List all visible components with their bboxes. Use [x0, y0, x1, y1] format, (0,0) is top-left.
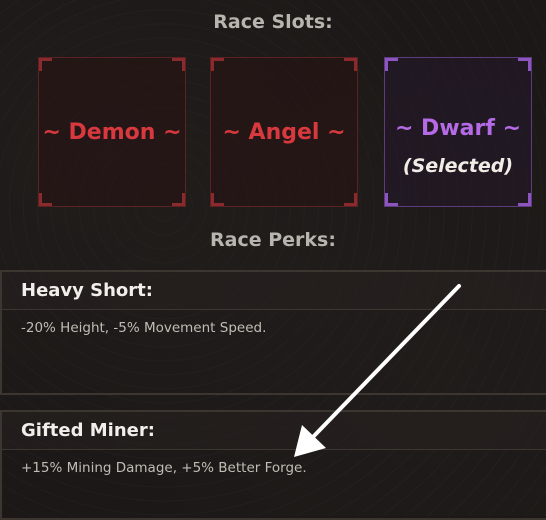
corner-decoration — [344, 58, 357, 71]
perk-title: Heavy Short: — [2, 272, 546, 310]
corner-decoration — [211, 58, 224, 71]
perk-description: -20% Height, -5% Movement Speed. — [21, 320, 267, 336]
race-name-demon: ~ Demon ~ — [42, 119, 182, 145]
race-slot-demon[interactable]: ~ Demon ~ — [38, 57, 186, 207]
corner-decoration — [39, 193, 52, 206]
perk-gifted-miner: Gifted Miner: +15% Mining Damage, +5% Be… — [0, 410, 546, 520]
race-slot-angel[interactable]: ~ Angel ~ — [210, 57, 358, 207]
perk-title: Gifted Miner: — [2, 412, 546, 450]
selected-label: (Selected) — [402, 154, 514, 177]
perk-heavy-short: Heavy Short: -20% Height, -5% Movement S… — [0, 270, 546, 395]
race-slot-dwarf[interactable]: ~ Dwarf ~ (Selected) — [384, 57, 532, 207]
corner-decoration — [39, 58, 52, 71]
corner-decoration — [518, 193, 531, 206]
race-name-angel: ~ Angel ~ — [222, 119, 346, 145]
corner-decoration — [172, 58, 185, 71]
corner-decoration — [172, 193, 185, 206]
corner-decoration — [385, 193, 398, 206]
corner-decoration — [385, 58, 398, 71]
race-perks-heading: Race Perks: — [210, 229, 336, 251]
race-name-dwarf: ~ Dwarf ~ — [394, 115, 522, 141]
perk-description: +15% Mining Damage, +5% Better Forge. — [21, 460, 307, 476]
corner-decoration — [344, 193, 357, 206]
race-slots-heading: Race Slots: — [213, 11, 333, 33]
corner-decoration — [211, 193, 224, 206]
corner-decoration — [518, 58, 531, 71]
